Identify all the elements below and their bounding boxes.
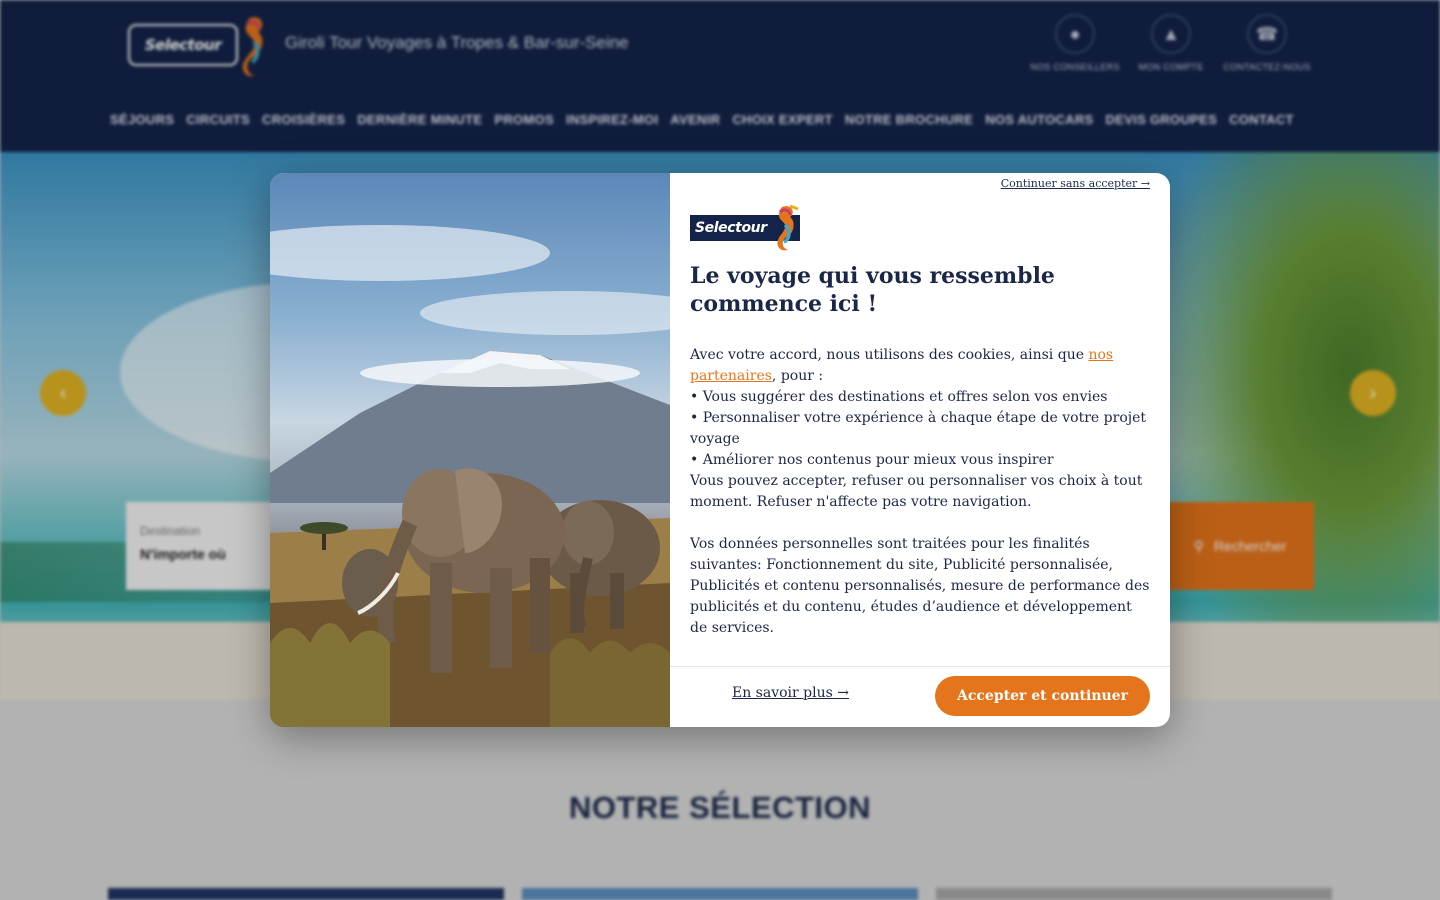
data-processing-text: Vos données personnelles sont traitées p…	[690, 536, 1150, 636]
cookie-consent-modal: Continuer sans accepter → Selectour Le v…	[270, 173, 1170, 727]
modal-body: Avec votre accord, nous utilisons des co…	[690, 345, 1150, 639]
modal-title: Le voyage qui vous ressemble commence ic…	[690, 263, 1055, 317]
intro-text-before: Avec votre accord, nous utilisons des co…	[690, 347, 1089, 363]
seahorse-icon	[777, 204, 799, 251]
modal-footer: En savoir plus → Accepter et continuer	[670, 666, 1170, 727]
kilimanjaro-elephants-illustration	[270, 225, 670, 727]
modal-intro: Avec votre accord, nous utilisons des co…	[690, 345, 1150, 387]
elephants-photo	[270, 173, 670, 727]
bullet-item: • Personnaliser votre expérience à chaqu…	[690, 410, 1146, 447]
accept-button[interactable]: Accepter et continuer	[935, 676, 1150, 716]
bullet-item: • Vous suggérer des destinations et offr…	[690, 389, 1108, 405]
bullet-item: • Améliorer nos contenus pour mieux vous…	[690, 452, 1054, 468]
paragraph-spacer	[690, 513, 1150, 534]
learn-more-link[interactable]: En savoir plus →	[732, 685, 849, 701]
modal-logo: Selectour	[690, 203, 802, 253]
continue-without-accepting-link[interactable]: Continuer sans accepter →	[1001, 177, 1150, 190]
modal-content: Continuer sans accepter → Selectour Le v…	[670, 173, 1170, 727]
intro-text-after: , pour :	[771, 368, 824, 384]
choice-text: Vous pouvez accepter, refuser ou personn…	[690, 473, 1143, 510]
